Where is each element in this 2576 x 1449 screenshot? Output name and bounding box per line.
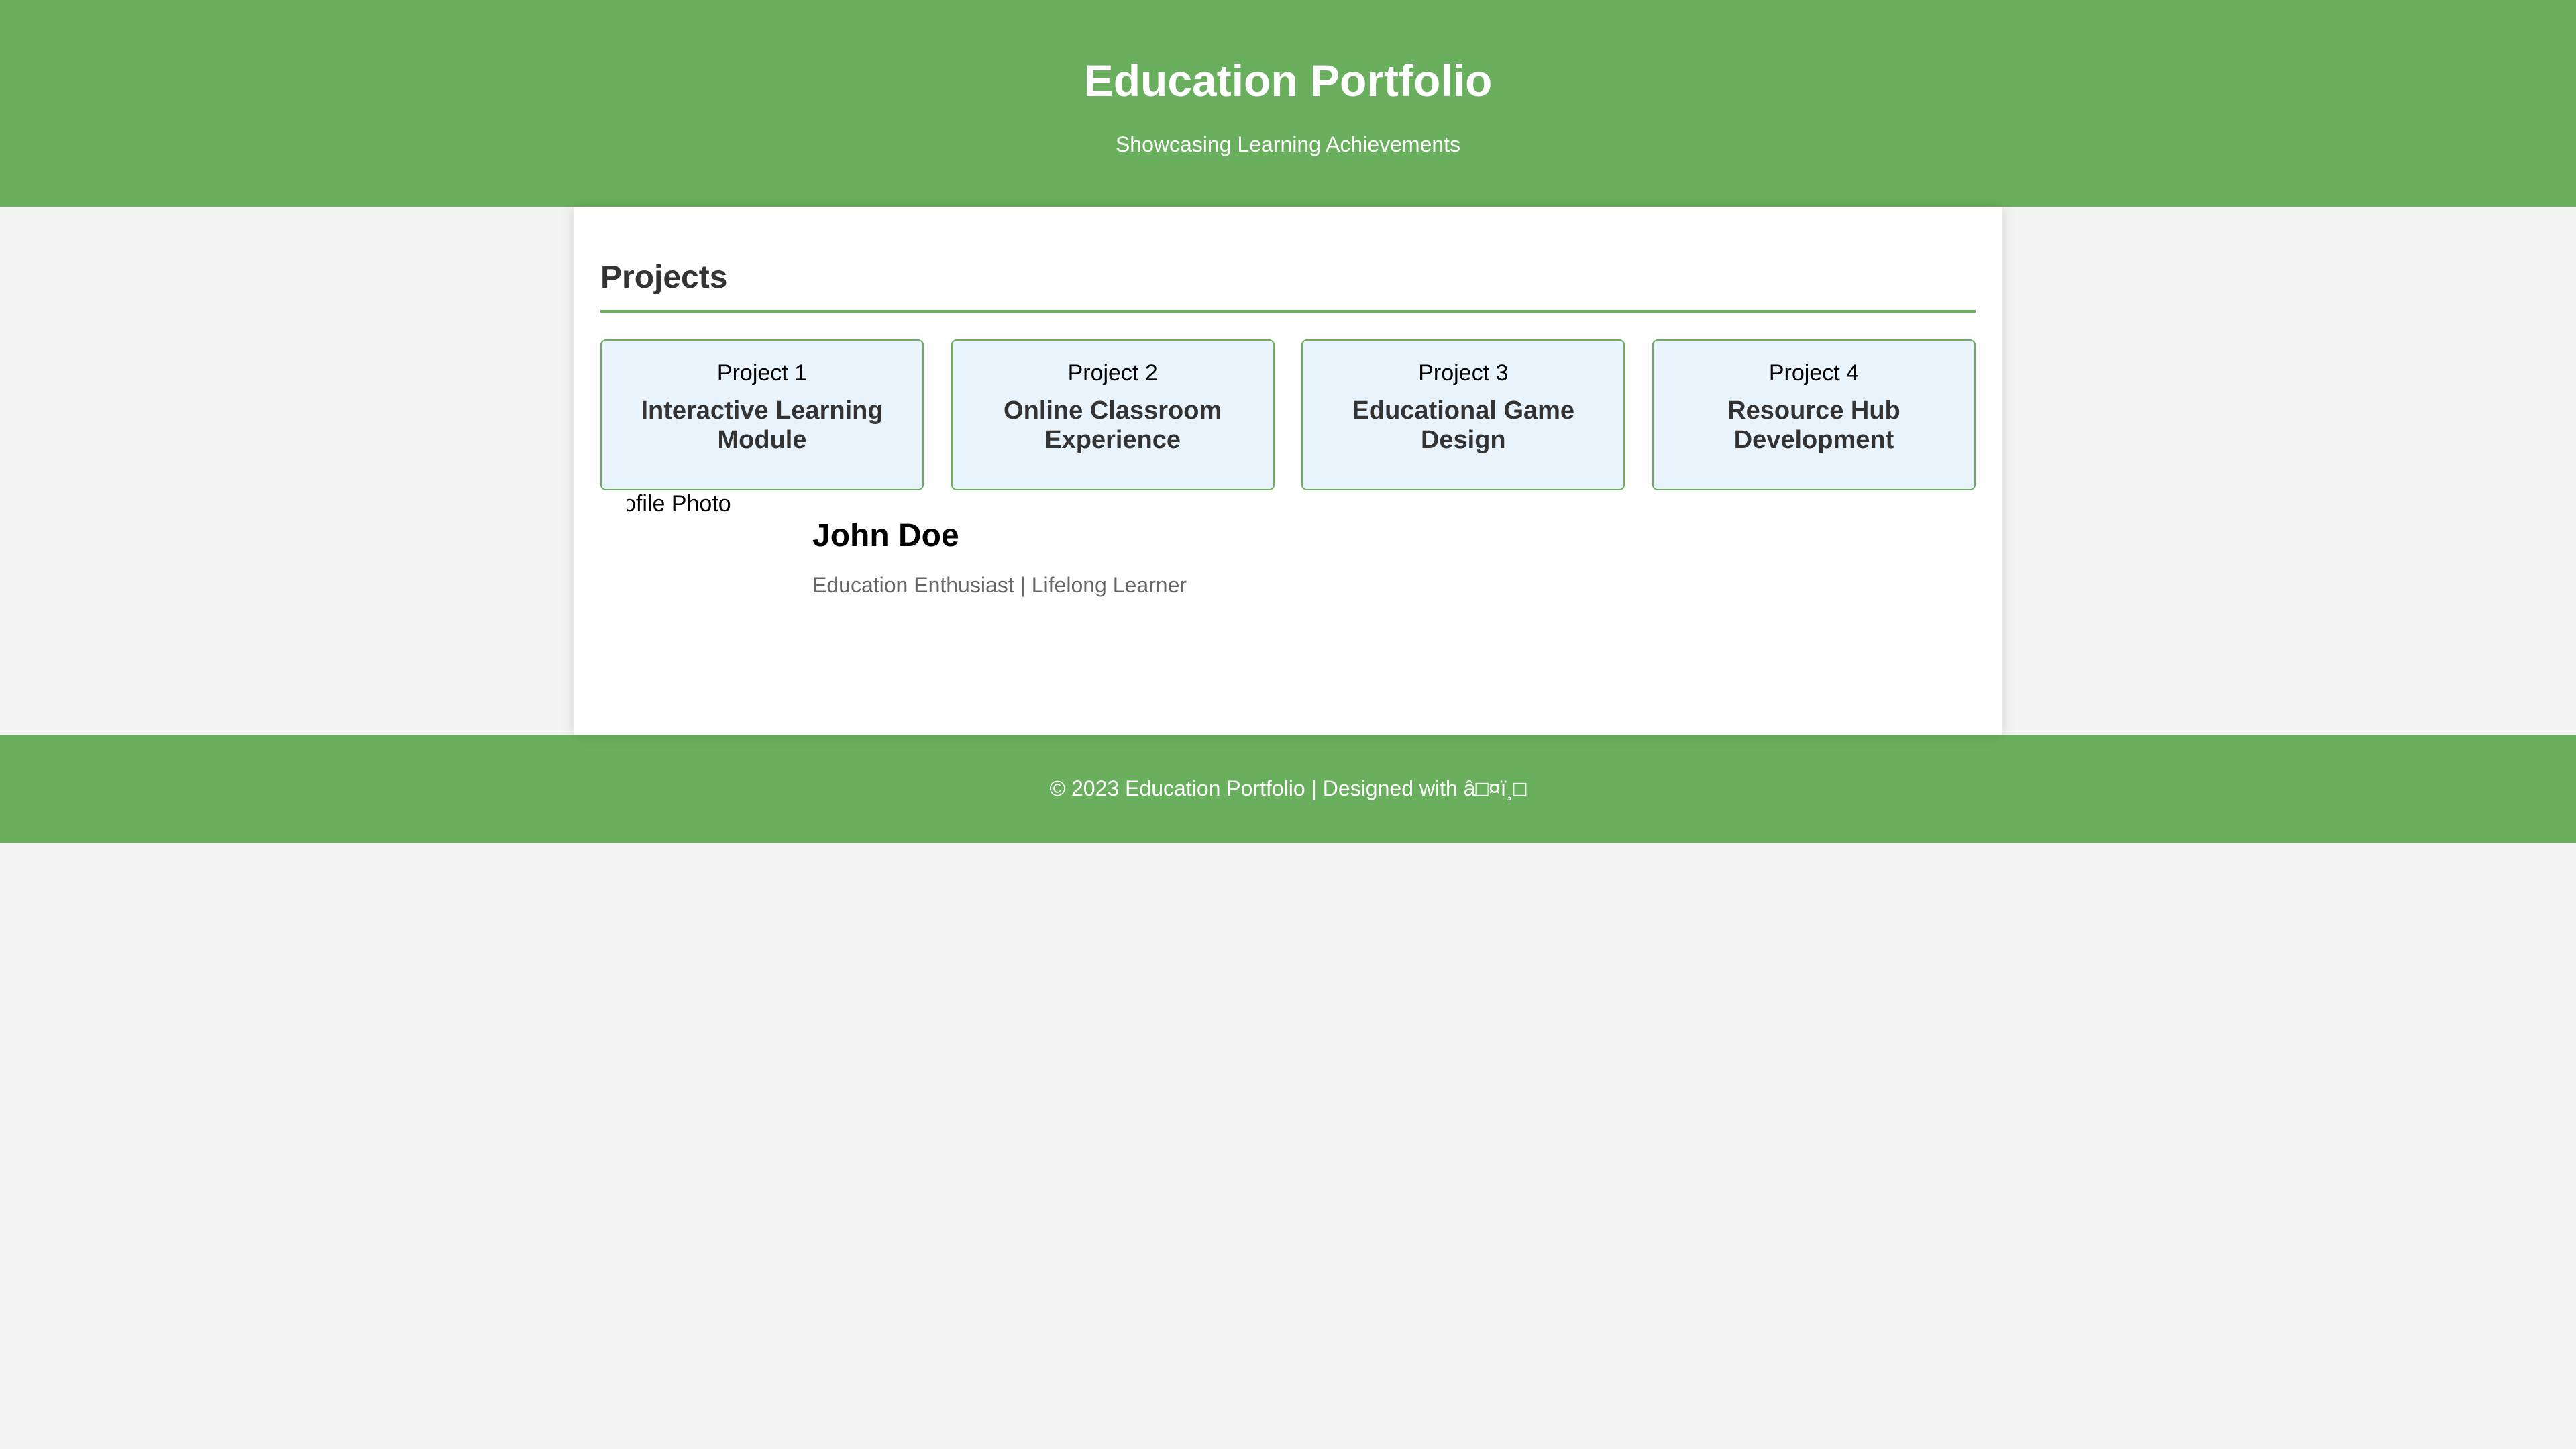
project-title: Interactive Learning Module — [641, 396, 883, 454]
project-image: Project 1 — [602, 360, 922, 386]
project-title: Online Classroom Experience — [1004, 396, 1222, 454]
project-image: Project 4 — [1654, 360, 1974, 386]
project-card[interactable]: Project 2 Online Classroom Experience — [951, 339, 1275, 490]
project-image-alt: Project 1 — [716, 360, 808, 386]
site-header: Education Portfolio Showcasing Learning … — [0, 0, 2576, 207]
page-subtitle: Showcasing Learning Achievements — [1115, 132, 1461, 156]
profile-photo: Profile Photo — [627, 490, 788, 651]
page-title: Education Portfolio — [1083, 56, 1493, 105]
site-footer: © 2023 Education Portfolio | Designed wi… — [0, 735, 2576, 843]
projects-section: Projects Project 1 Interactive Learning … — [600, 207, 1976, 490]
project-card[interactable]: Project 3 Educational Game Design — [1301, 339, 1625, 490]
project-title: Resource Hub Development — [1727, 396, 1900, 454]
section-divider — [600, 310, 1976, 313]
project-image: Project 2 — [953, 360, 1273, 386]
projects-grid: Project 1 Interactive Learning Module Pr… — [600, 339, 1976, 490]
project-card[interactable]: Project 1 Interactive Learning Module — [600, 339, 924, 490]
project-image: Project 3 — [1303, 360, 1623, 386]
footer-text: © 2023 Education Portfolio | Designed wi… — [1049, 776, 1527, 800]
project-image-alt: Project 3 — [1418, 360, 1509, 386]
project-card[interactable]: Project 4 Resource Hub Development — [1652, 339, 1976, 490]
profile-tagline: Education Enthusiast | Lifelong Learner — [812, 573, 1187, 597]
project-image-alt: Project 4 — [1768, 360, 1860, 386]
main-content: Projects Project 1 Interactive Learning … — [574, 207, 2002, 735]
project-image-alt: Project 2 — [1067, 360, 1158, 386]
profile-name: John Doe — [812, 518, 959, 553]
profile-section: Profile Photo John Doe Education Enthusi… — [600, 490, 1976, 625]
projects-heading: Projects — [600, 260, 728, 295]
project-title: Educational Game Design — [1352, 396, 1575, 454]
profile-photo-alt: Profile Photo — [627, 491, 731, 517]
